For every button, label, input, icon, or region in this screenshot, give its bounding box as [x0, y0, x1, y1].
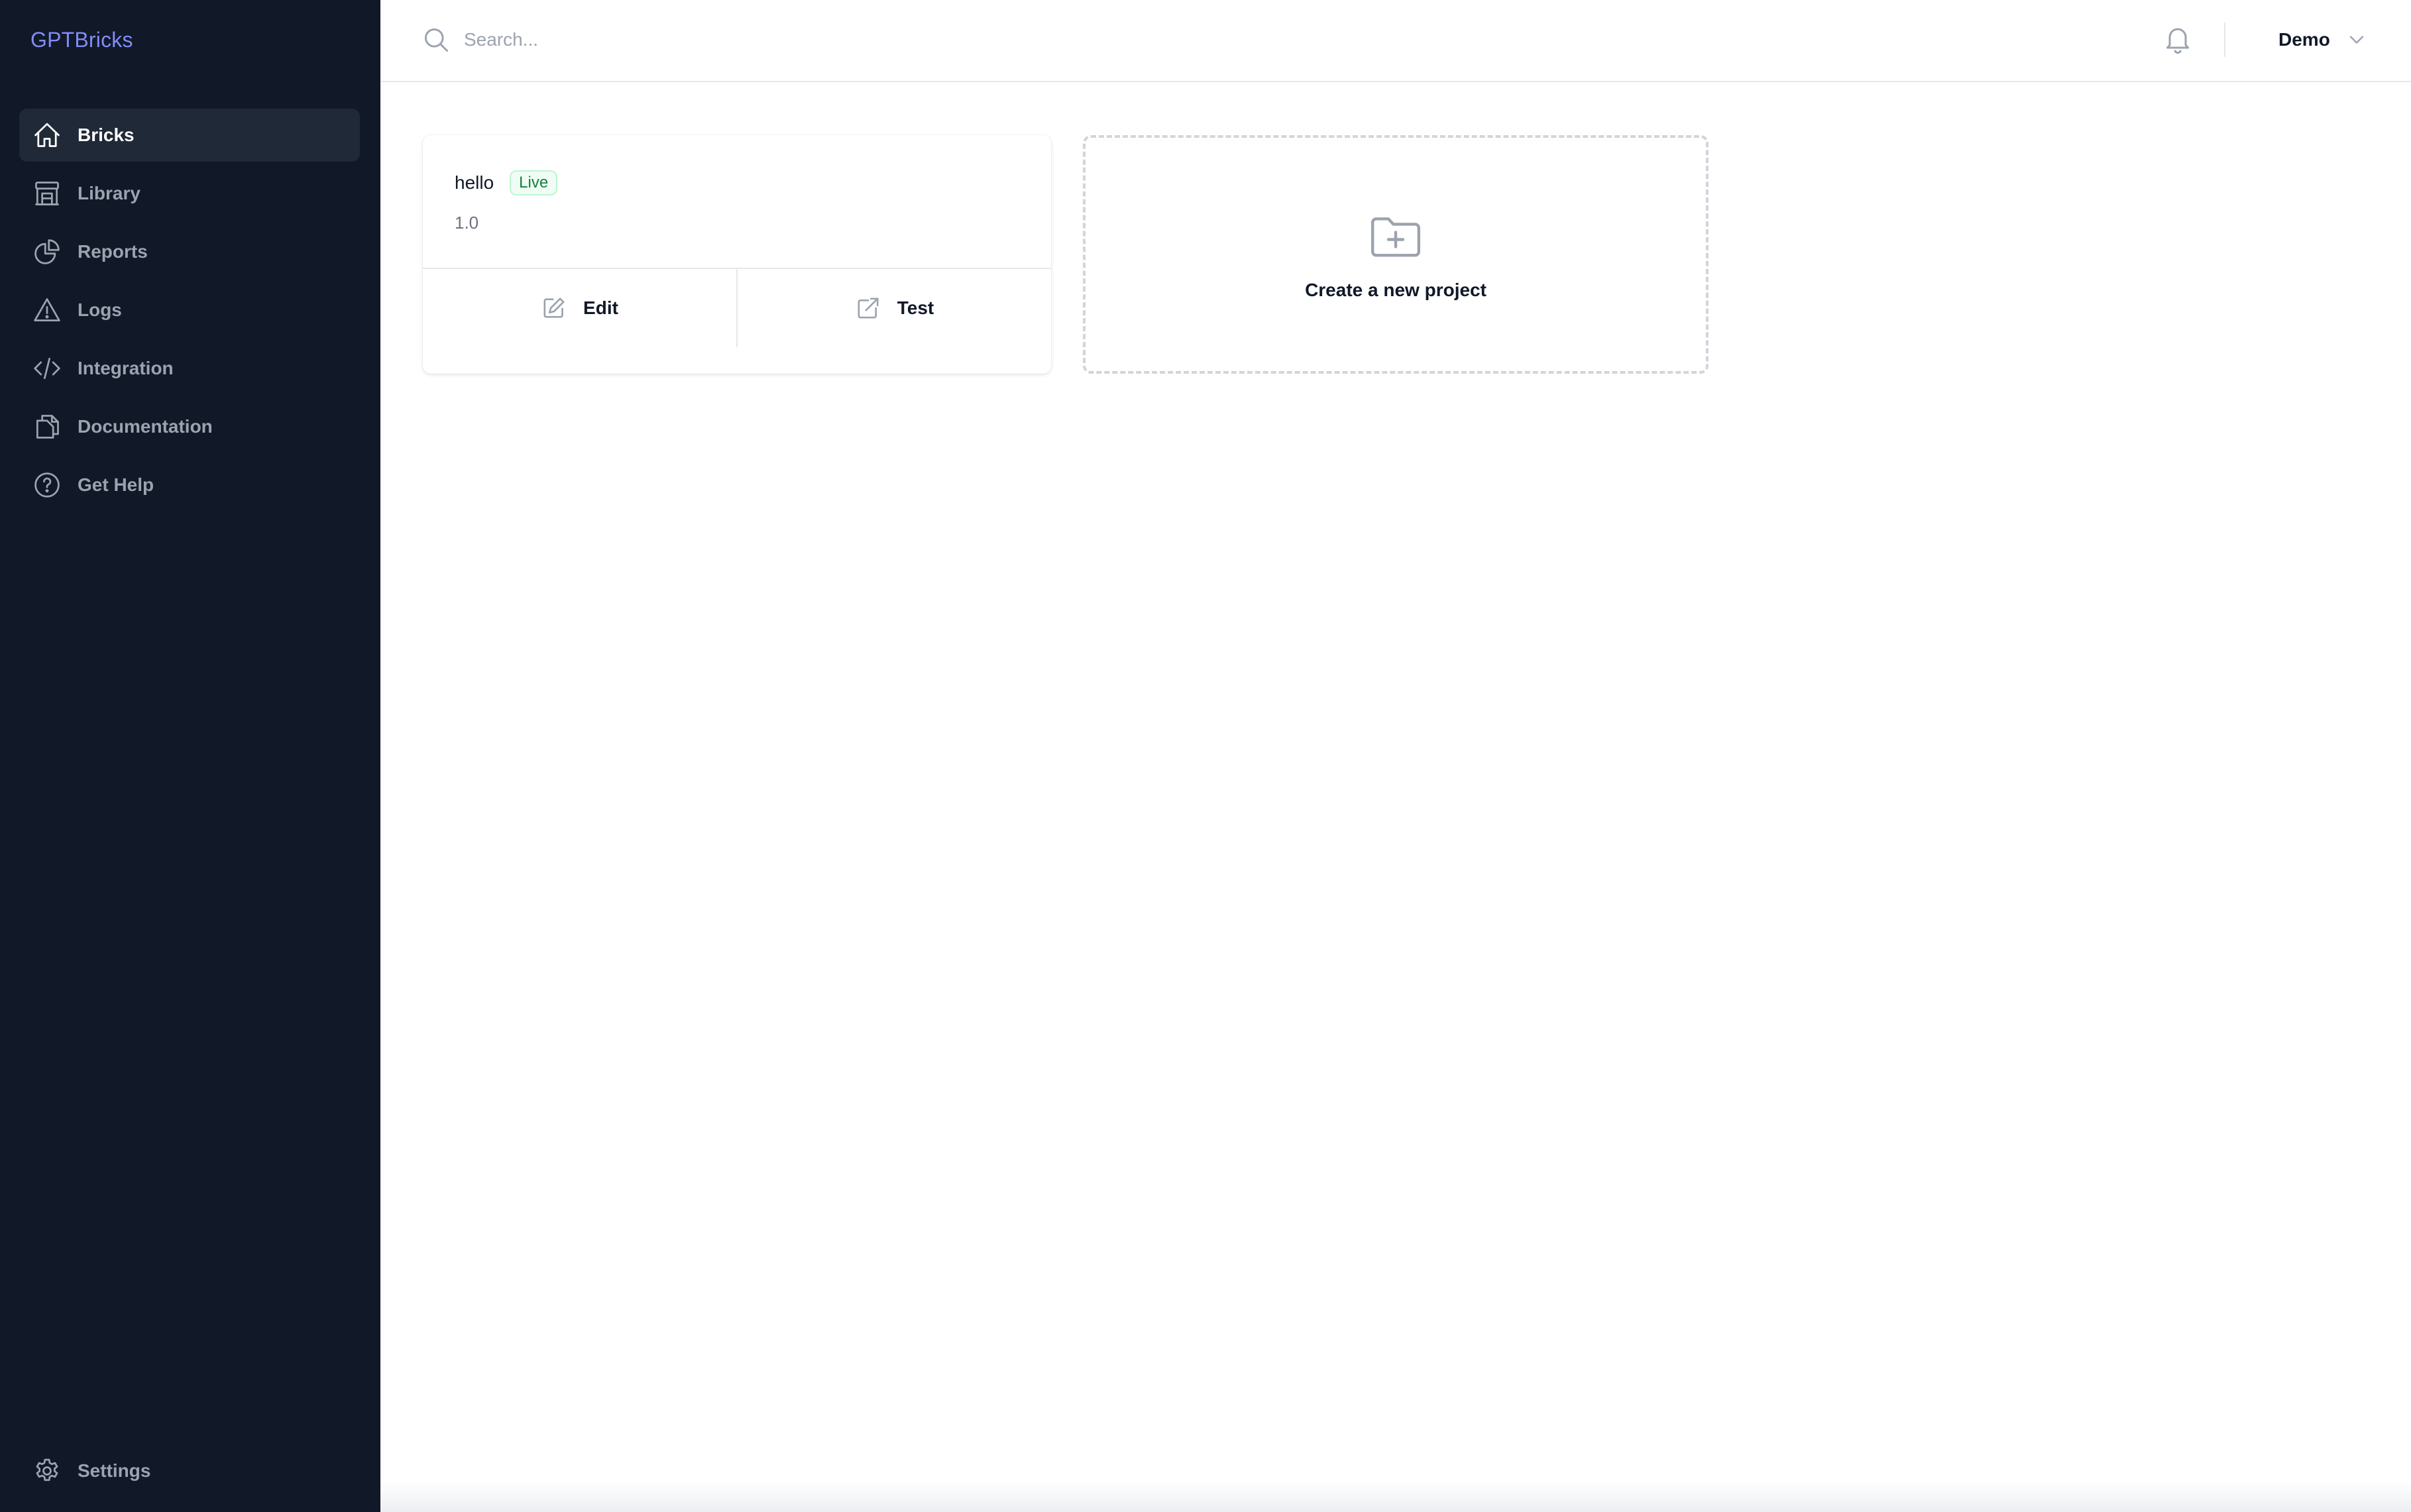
question-circle-icon	[32, 470, 62, 500]
project-card-actions: Edit Test	[423, 268, 1051, 347]
test-button[interactable]: Test	[736, 269, 1051, 347]
project-name[interactable]: hello	[455, 170, 494, 196]
sidebar-nav: Bricks Library Reports Logs Integration …	[19, 109, 360, 517]
bottom-scroll-shadow	[380, 1482, 2411, 1512]
sidebar-item-label: Integration	[78, 358, 174, 378]
gear-icon	[32, 1456, 62, 1485]
home-icon	[32, 121, 62, 150]
search-icon	[421, 25, 451, 54]
app-root: GPTBricks Bricks Library Reports Logs In…	[0, 0, 2411, 1512]
chevron-down-icon	[2345, 28, 2369, 52]
sidebar-item-label: Bricks	[78, 125, 135, 145]
sidebar-item-label: Library	[78, 183, 140, 203]
sidebar-item-label: Reports	[78, 241, 148, 262]
folder-plus-icon	[1367, 207, 1425, 265]
bell-icon[interactable]	[2162, 24, 2194, 56]
user-name: Demo	[2278, 29, 2330, 50]
sidebar-item-label: Settings	[78, 1460, 151, 1481]
pencil-square-icon	[541, 295, 567, 321]
edit-button-label: Edit	[583, 297, 618, 318]
project-card: hello Live 1.0 Edit Test	[423, 135, 1051, 374]
brand-logo[interactable]: GPTBricks	[30, 27, 133, 53]
building-library-icon	[32, 179, 62, 208]
code-brackets-icon	[32, 354, 62, 383]
status-badge: Live	[510, 170, 558, 195]
sidebar-item-integration[interactable]: Integration	[19, 342, 360, 395]
sidebar-item-get-help[interactable]: Get Help	[19, 459, 360, 512]
project-version: 1.0	[455, 213, 479, 233]
sidebar-bottom: Settings	[19, 1444, 360, 1503]
search-input[interactable]	[464, 21, 1657, 58]
sidebar-item-label: Get Help	[78, 474, 154, 495]
top-bar: Demo	[380, 0, 2411, 82]
create-project-card[interactable]: Create a new project	[1083, 135, 1709, 374]
sidebar-item-documentation[interactable]: Documentation	[19, 400, 360, 453]
test-button-label: Test	[897, 297, 934, 318]
sidebar-item-library[interactable]: Library	[19, 167, 360, 220]
top-bar-divider	[2224, 23, 2225, 57]
sidebar-item-settings[interactable]: Settings	[19, 1444, 360, 1497]
create-project-label: Create a new project	[1305, 280, 1486, 300]
sidebar: GPTBricks Bricks Library Reports Logs In…	[0, 0, 380, 1512]
sidebar-item-logs[interactable]: Logs	[19, 284, 360, 337]
chart-pie-icon	[32, 237, 62, 266]
sidebar-item-bricks[interactable]: Bricks	[19, 109, 360, 162]
sidebar-item-reports[interactable]: Reports	[19, 225, 360, 278]
edit-button[interactable]: Edit	[423, 269, 736, 347]
sidebar-item-label: Logs	[78, 299, 122, 320]
user-menu[interactable]: Demo	[2278, 24, 2369, 56]
project-card-header: hello Live	[455, 170, 558, 196]
document-duplicate-icon	[32, 412, 62, 441]
external-link-icon	[855, 295, 881, 321]
sidebar-item-label: Documentation	[78, 416, 213, 437]
warning-triangle-icon	[32, 296, 62, 325]
